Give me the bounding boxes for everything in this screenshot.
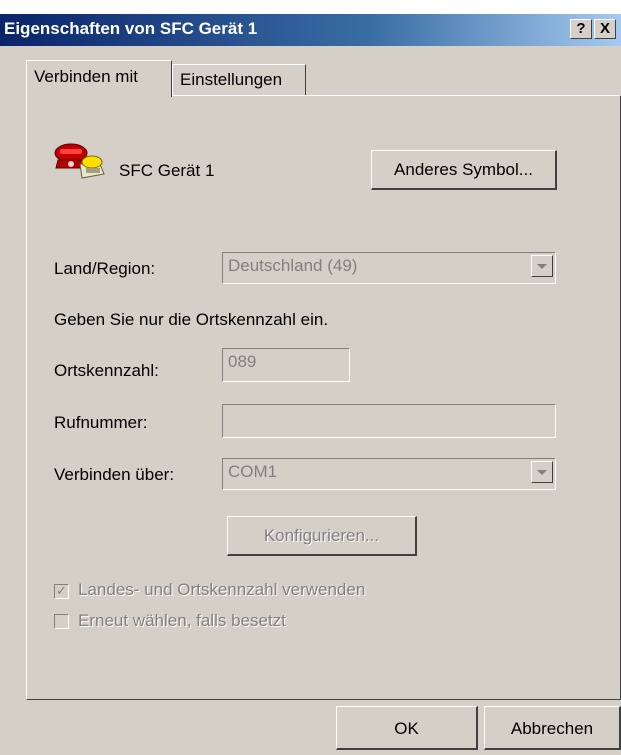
help-icon: ?: [576, 20, 586, 37]
use-country-code-checkbox[interactable]: ✓: [54, 584, 69, 599]
help-button[interactable]: ?: [570, 19, 592, 39]
area-code-field[interactable]: 089: [222, 348, 350, 382]
tab-einstellungen[interactable]: Einstellungen: [172, 64, 306, 96]
country-select-value: Deutschland (49): [228, 256, 358, 275]
area-code-label: Ortskennzahl:: [54, 361, 159, 380]
close-button[interactable]: X: [594, 19, 616, 39]
checkmark-icon: ✓: [56, 583, 67, 598]
ok-button-label: OK: [394, 719, 419, 738]
use-country-code-label: Landes- und Ortskennzahl verwenden: [78, 580, 366, 599]
tab-label: Verbinden mit: [34, 67, 138, 86]
device-name: SFC Gerät 1: [119, 161, 215, 180]
tab-label: Einstellungen: [180, 70, 283, 89]
phone-label: Rufnummer:: [54, 413, 148, 432]
area-code-hint: Geben Sie nur die Ortskennzahl ein.: [54, 310, 329, 329]
chevron-down-icon: [531, 255, 553, 277]
change-icon-button[interactable]: Anderes Symbol...: [371, 150, 557, 190]
redial-label: Erneut wählen, falls besetzt: [78, 611, 286, 630]
close-icon: X: [599, 20, 610, 37]
configure-button[interactable]: Konfigurieren...: [227, 516, 417, 556]
tab-verbinden-mit[interactable]: Verbinden mit: [26, 60, 172, 97]
redial-checkbox[interactable]: [54, 614, 69, 629]
country-label: Land/Region:: [54, 259, 156, 278]
country-select[interactable]: Deutschland (49): [222, 252, 556, 284]
properties-dialog: Eigenschaften von SFC Gerät 1 ? X Verbin…: [0, 14, 621, 755]
connect-using-select[interactable]: COM1: [222, 458, 556, 490]
window-title: Eigenschaften von SFC Gerät 1: [4, 19, 258, 38]
cancel-button[interactable]: Abbrechen: [484, 706, 621, 750]
ok-button[interactable]: OK: [336, 706, 478, 750]
chevron-down-icon: [531, 461, 553, 483]
change-icon-button-label: Anderes Symbol...: [394, 160, 533, 179]
connect-using-value: COM1: [228, 462, 278, 481]
connect-using-label: Verbinden über:: [54, 465, 175, 484]
configure-button-label: Konfigurieren...: [263, 526, 380, 545]
telephone-icon: [52, 136, 106, 180]
cancel-button-label: Abbrechen: [510, 719, 594, 738]
title-bar: Eigenschaften von SFC Gerät 1 ? X: [0, 14, 621, 46]
area-code-value: 089: [228, 352, 257, 371]
phone-field[interactable]: [222, 404, 556, 438]
